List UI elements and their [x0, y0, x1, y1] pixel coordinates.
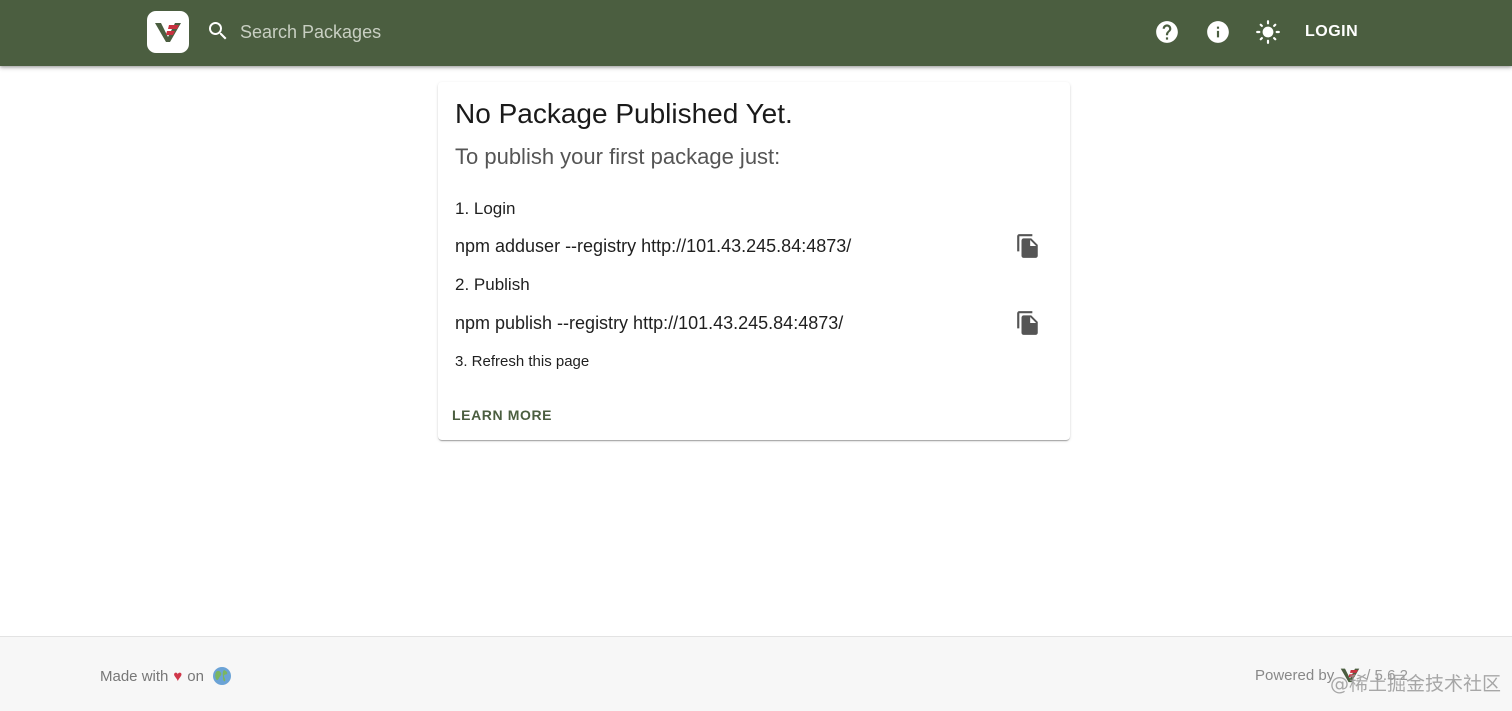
adduser-command: npm adduser --registry http://101.43.245… [455, 236, 852, 256]
copy-icon[interactable] [1015, 310, 1041, 336]
watermark-text: @稀土掘金技术社区 [1330, 673, 1502, 695]
search-icon [209, 22, 227, 40]
verdaccio-logo[interactable] [147, 11, 189, 53]
copy-icon[interactable] [1015, 233, 1041, 259]
card-subtitle: To publish your first package just: [455, 144, 781, 169]
login-button[interactable]: LOGIN [1296, 16, 1367, 48]
card-title: No Package Published Yet. [455, 98, 793, 129]
step-login-label: 1. Login [455, 199, 516, 218]
powered-by-label: Powered by [1255, 666, 1335, 684]
heart-icon: ♥ [173, 667, 183, 685]
app-header: LOGIN [0, 0, 1512, 66]
step-refresh-label: 3. Refresh this page [455, 353, 590, 370]
logo-icon [155, 23, 181, 42]
made-with-label: Made with [100, 667, 169, 685]
publish-command: npm publish --registry http://101.43.245… [455, 313, 844, 333]
learn-more-button[interactable]: LEARN MORE [444, 400, 560, 430]
on-label: on [187, 667, 204, 685]
info-icon[interactable] [1205, 19, 1231, 45]
empty-state-card: No Package Published Yet. To publish you… [438, 82, 1070, 440]
step-publish-label: 2. Publish [455, 275, 530, 294]
made-with-text: Made with ♥ on [100, 666, 232, 686]
globe-icon[interactable] [212, 666, 232, 686]
help-icon[interactable] [1154, 19, 1180, 45]
app-footer: Made with ♥ on Powered by / 5.6.2 @稀土掘金技… [0, 636, 1512, 711]
theme-toggle-icon[interactable] [1255, 19, 1281, 45]
search-input[interactable] [240, 18, 640, 46]
